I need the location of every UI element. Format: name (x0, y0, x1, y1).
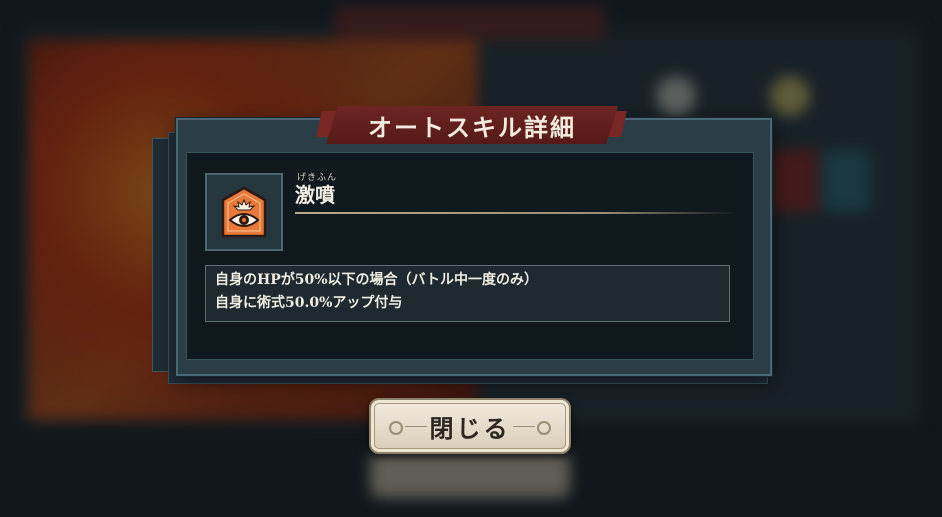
button-ornament (513, 426, 535, 427)
skill-description-box: 自身のHPが50%以下の場合（バトル中一度のみ） 自身に術式50.0%アップ付与 (205, 265, 730, 322)
skill-icon-frame (205, 173, 283, 251)
close-button[interactable]: 閉じる (369, 398, 571, 454)
skill-detail-panel: げきふん 激噴 自身のHPが50%以下の場合（バトル中一度のみ） 自身に術式50… (186, 152, 754, 360)
button-ornament (537, 421, 551, 435)
auto-skill-detail-dialog: オートスキル詳細 げきふん 激噴 自身のHPが50%以下の場合（バトル中一度のみ… (176, 106, 772, 376)
dialog-title-banner: オートスキル詳細 (326, 106, 618, 144)
skill-description-line: 自身に術式50.0%アップ付与 (215, 295, 403, 311)
skill-name-underline (295, 212, 735, 214)
eye-burst-icon (221, 186, 267, 238)
dialog-title: オートスキル詳細 (368, 112, 576, 142)
button-ornament (389, 421, 403, 435)
button-ornament (405, 426, 427, 427)
skill-description-line: 自身のHPが50%以下の場合（バトル中一度のみ） (215, 272, 538, 288)
skill-name: 激噴 (295, 183, 335, 207)
close-button-label: 閉じる (429, 413, 511, 443)
